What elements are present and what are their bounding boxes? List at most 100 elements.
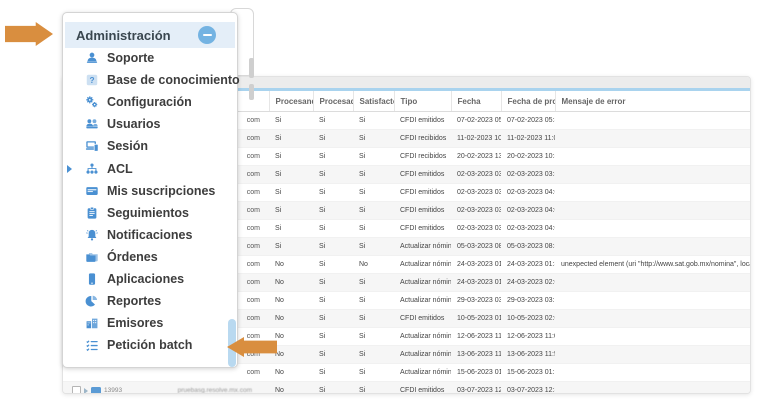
cell-fecha: 24-03-2023 01:21 (451, 256, 501, 274)
support-icon (84, 51, 99, 66)
cell-fecha: 11-02-2023 10:51 (451, 130, 501, 148)
cell-procesado: Si (313, 220, 353, 238)
cell-tipo: Actualizar nóminas (394, 346, 451, 364)
column-header[interactable]: Procesando (269, 91, 313, 112)
sidebar-item-label: Configuración (107, 95, 192, 109)
settings-icon (84, 95, 99, 110)
cell-fecha: 15-06-2023 01:16 (451, 364, 501, 382)
mobile-icon (84, 271, 99, 286)
sidebar-item-usuarios[interactable]: Usuarios (63, 113, 237, 135)
sidebar-item-emisores[interactable]: Emisores (63, 312, 237, 334)
cell-satisfactorio: Si (353, 238, 394, 256)
cell-tipo: Actualizar nóminas (394, 328, 451, 346)
cell-procesando: Si (269, 130, 313, 148)
sidebar-item-label: Emisores (107, 316, 163, 330)
cell-fecha_proceso: 11-02-2023 11:01 (501, 130, 555, 148)
sidebar-item-reportes[interactable]: Reportes (63, 290, 237, 312)
cell-fecha: 03-07-2023 12:30 (451, 382, 501, 395)
cell-tipo: CFDI emitidos (394, 202, 451, 220)
cell-procesado: Si (313, 310, 353, 328)
administration-menu-panel: Administración Soporte?Base de conocimie… (62, 12, 238, 368)
sidebar-item-label: Notificaciones (107, 228, 192, 242)
collapse-minus-icon[interactable] (198, 26, 216, 44)
cell-fecha: 10-05-2023 01:52 (451, 310, 501, 328)
cell-satisfactorio: No (353, 256, 394, 274)
cell-error (555, 274, 750, 292)
cell-procesando: Si (269, 148, 313, 166)
background-scrollbar-thumb[interactable] (249, 58, 254, 78)
sidebar-item-soporte[interactable]: Soporte (63, 47, 237, 69)
cell-procesando: Si (269, 166, 313, 184)
cell-procesando: Si (269, 220, 313, 238)
subscriptions-icon (84, 183, 99, 198)
cell-fecha: 02-03-2023 03:52 (451, 202, 501, 220)
column-header[interactable]: Procesado (313, 91, 353, 112)
cell-tipo: Actualizar nóminas (394, 238, 451, 256)
cell-satisfactorio: Si (353, 274, 394, 292)
cell-fecha_proceso: 15-06-2023 01:18 (501, 364, 555, 382)
sidebar-item-notificaciones[interactable]: Notificaciones (63, 224, 237, 246)
cell-procesando: No (269, 310, 313, 328)
cell-procesado: Si (313, 184, 353, 202)
sidebar-item-mis-suscripciones[interactable]: Mis suscripciones (63, 180, 237, 202)
sidebar-item-ordenes[interactable]: Órdenes (63, 246, 237, 268)
sidebar-item-label: Órdenes (107, 250, 158, 264)
cell-procesado: Si (313, 382, 353, 395)
cell-fecha_proceso: 02-03-2023 04:00 (501, 184, 555, 202)
sidebar-item-seguimientos[interactable]: Seguimientos (63, 202, 237, 224)
expand-arrow-icon[interactable] (67, 165, 72, 173)
cell-error (555, 166, 750, 184)
batch-list-icon (84, 338, 99, 353)
sidebar-item-acl[interactable]: ACL (63, 157, 237, 179)
cell-procesando: No (269, 292, 313, 310)
sidebar-item-aplicaciones[interactable]: Aplicaciones (63, 268, 237, 290)
sidebar-item-label: Base de conocimiento (107, 73, 240, 87)
sidebar-item-peticion-batch[interactable]: Petición batch (63, 334, 237, 356)
cell-error (555, 112, 750, 130)
cell-satisfactorio: Si (353, 112, 394, 130)
cell-satisfactorio: Si (353, 130, 394, 148)
cell-procesado: Si (313, 364, 353, 382)
cell-error (555, 184, 750, 202)
column-header[interactable]: Tipo (394, 91, 451, 112)
sidebar-item-sesion[interactable]: Sesión (63, 135, 237, 157)
cell-error (555, 382, 750, 395)
background-scrollbar-thumb[interactable] (249, 84, 254, 100)
table-row[interactable]: 13993 pruebasg.resolve.mx.com NoSiSiCFDI… (63, 382, 750, 395)
row-expand-icon[interactable] (84, 388, 88, 394)
cell-tipo: CFDI emitidos (394, 184, 451, 202)
cell-procesando: No (269, 382, 313, 395)
cell-fecha_proceso: 07-02-2023 05:30 (501, 112, 555, 130)
cell-satisfactorio: Si (353, 382, 394, 395)
cell-tipo: Actualizar nóminas (394, 274, 451, 292)
sidebar-item-configuracion[interactable]: Configuración (63, 91, 237, 113)
menu-header: Administración (65, 22, 235, 48)
column-header[interactable]: Satisfactorio (353, 91, 394, 112)
cell-error (555, 148, 750, 166)
row-id: 13993 (104, 387, 122, 394)
folders-icon (84, 249, 99, 264)
cell-tipo: CFDI emitidos (394, 382, 451, 395)
cell-fecha_proceso: 02-03-2023 03:50 (501, 166, 555, 184)
cell-procesado: Si (313, 346, 353, 364)
cell-error (555, 220, 750, 238)
sidebar-item-label: Aplicaciones (107, 272, 184, 286)
sidebar-item-base-conocimiento[interactable]: ?Base de conocimiento (63, 69, 237, 91)
cell-tipo: CFDI emitidos (394, 112, 451, 130)
column-header[interactable]: Fecha de proceso (501, 91, 555, 112)
row-checkbox[interactable] (72, 386, 81, 394)
cell-procesado: Si (313, 238, 353, 256)
cell-fecha_proceso: 02-03-2023 04:00 (501, 202, 555, 220)
sidebar-item-label: Seguimientos (107, 206, 189, 220)
cell-tipo: CFDI recibidos (394, 148, 451, 166)
cell-error (555, 292, 750, 310)
cell-procesando: Si (269, 202, 313, 220)
cell-procesado: Si (313, 166, 353, 184)
cell-procesando: No (269, 256, 313, 274)
column-header[interactable]: Fecha (451, 91, 501, 112)
cell-fecha_proceso: 12-06-2023 11:08 (501, 328, 555, 346)
cell-fecha: 02-03-2023 03:50 (451, 184, 501, 202)
cell-tipo: CFDI recibidos (394, 130, 451, 148)
cell-tipo: Actualizar nóminas (394, 364, 451, 382)
column-header[interactable]: Mensaje de error (555, 91, 750, 112)
